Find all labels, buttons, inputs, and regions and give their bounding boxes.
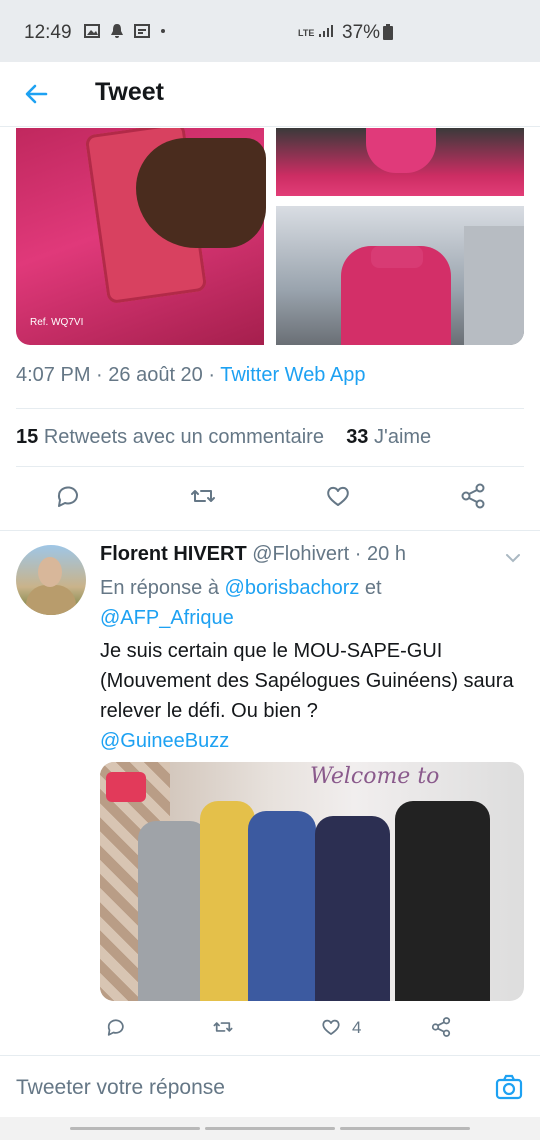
camera-icon[interactable] [494, 1072, 524, 1102]
back-arrow-icon[interactable] [20, 78, 52, 110]
divider [16, 466, 524, 467]
reply-author-line: Florent HIVERT @Flohivert · 20 h [100, 543, 406, 566]
reply-input[interactable]: Tweeter votre réponse [16, 1076, 225, 1100]
retweet-icon[interactable] [189, 482, 217, 510]
in-reply-to: En réponse à @borisbachorz et @AFP_Afriq… [100, 573, 530, 633]
chevron-down-icon[interactable] [504, 549, 522, 567]
signal-group: LTE [298, 24, 334, 38]
photo-person-shape [248, 811, 316, 1001]
battery-icon [383, 24, 393, 40]
like-heart-icon[interactable] [324, 482, 352, 510]
photo-person-shape [200, 801, 255, 1001]
calendar-icon [134, 24, 150, 38]
avatar[interactable] [16, 545, 86, 615]
dot-icon [161, 29, 165, 33]
likes-count: 33 [346, 426, 369, 448]
photo-hat-shape [371, 246, 423, 268]
reply-compose-bar: Tweeter votre réponse [0, 1055, 540, 1118]
separator-dot: · [208, 364, 221, 386]
tweet-timestamp-line: 4:07 PM · 26 août 20 · Twitter Web App [16, 364, 365, 387]
network-type: LTE [298, 28, 315, 38]
photo-logo-shape [106, 772, 146, 802]
tweet-photo-3[interactable] [276, 206, 524, 345]
image-icon [84, 24, 100, 38]
top-app-bar: Tweet [0, 62, 540, 127]
reply-icon[interactable] [53, 482, 81, 510]
photo-watermark: Ref. WQ7VI [30, 317, 84, 328]
retweets-label: Retweets avec un commentaire [43, 426, 324, 448]
reply-icon[interactable] [104, 1016, 126, 1038]
tweet-stats: 15 Retweets avec un commentaire 33 J'aim… [16, 426, 431, 449]
mention-link[interactable]: @GuineeBuzz [100, 730, 229, 752]
likes-stat[interactable]: 33 J'aime [346, 426, 431, 448]
retweet-icon[interactable] [212, 1016, 234, 1038]
tweet-photo-1[interactable]: Ref. WQ7VI [16, 128, 266, 345]
share-icon[interactable] [459, 482, 487, 510]
likes-label: J'aime [374, 426, 432, 448]
share-icon[interactable] [430, 1016, 452, 1038]
mention-link[interactable]: @borisbachorz [225, 577, 360, 599]
notification-icons [84, 23, 166, 39]
signal-icon [319, 25, 334, 37]
photo-bus-shape [464, 226, 524, 345]
retweets-stat[interactable]: 15 Retweets avec un commentaire [16, 426, 324, 448]
author-name[interactable]: Florent HIVERT [100, 543, 247, 565]
in-reply-prefix: En réponse à [100, 577, 219, 599]
photo-person-shape [395, 801, 490, 1001]
status-bar: 12:49 LTE 37% [0, 0, 540, 62]
battery-percentage: 37% [342, 22, 381, 43]
avatar-torso-shape [26, 585, 76, 615]
photo-hand-shape [136, 138, 266, 248]
nav-home-button[interactable] [205, 1127, 335, 1130]
avatar-head-shape [38, 557, 62, 587]
nav-back-button[interactable] [340, 1127, 470, 1130]
divider [16, 408, 524, 409]
mention-link[interactable]: @AFP_Afrique [100, 607, 234, 629]
reply-action-bar: 4 [100, 1016, 530, 1044]
tweet-date: 26 août 20 [108, 364, 203, 386]
nav-recent-button[interactable] [70, 1127, 200, 1130]
reply-photo[interactable]: Welcome to [100, 762, 524, 1001]
page-title: Tweet [95, 78, 164, 106]
tweet-action-bar [0, 482, 540, 514]
in-reply-and: et [364, 577, 382, 599]
status-time: 12:49 [24, 22, 72, 43]
retweets-count: 15 [16, 426, 39, 448]
photo-person-shape [315, 816, 390, 1001]
photo-mask-shape [366, 128, 436, 173]
section-separator [0, 530, 540, 531]
photo-person-shape [138, 821, 208, 1001]
like-count: 4 [352, 1018, 362, 1037]
like-heart-icon[interactable] [320, 1016, 342, 1038]
tweet-time: 4:07 PM [16, 364, 91, 386]
tweet-media-grid: Ref. WQ7VI [16, 128, 524, 345]
bell-icon [111, 24, 123, 38]
tweet-photo-2[interactable] [276, 128, 524, 196]
reply-time: 20 h [367, 543, 406, 565]
author-handle[interactable]: @Flohivert [252, 543, 349, 565]
tweet-source-link[interactable]: Twitter Web App [220, 364, 365, 386]
reply-text: Je suis certain que le MOU-SAPE-GUI (Mou… [100, 636, 520, 756]
system-navigation-bar [0, 1117, 540, 1140]
photo-sign-text: Welcome to [310, 764, 440, 789]
reply-body-text: Je suis certain que le MOU-SAPE-GUI (Mou… [100, 640, 514, 722]
separator-dot: · [96, 364, 109, 386]
separator-dot: · [354, 543, 362, 565]
